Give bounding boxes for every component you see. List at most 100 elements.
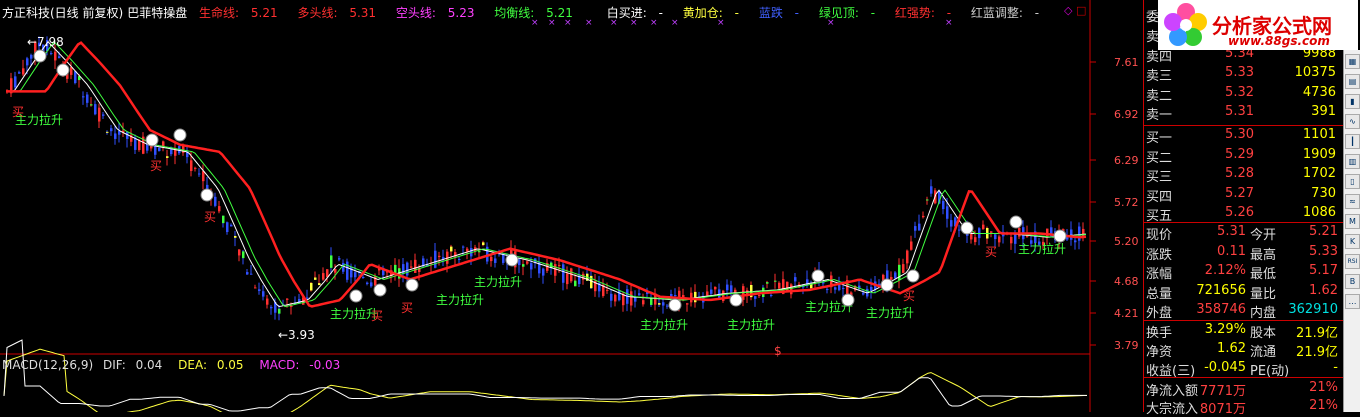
y-axis-tick: 5.72 [1114, 196, 1139, 209]
candle-body [686, 303, 689, 305]
buy-level-label: 买三 [1146, 170, 1173, 185]
candle-body [466, 248, 469, 252]
candle-body [870, 286, 873, 292]
candle-body [50, 53, 53, 55]
candle-body [158, 147, 161, 152]
candle-body [562, 264, 565, 283]
more-icon[interactable]: … [1345, 294, 1360, 309]
candle-body [606, 289, 609, 291]
chart-icon[interactable]: ▦ [1345, 54, 1360, 69]
candle-body [1014, 233, 1017, 244]
y-axis-tick: 4.68 [1114, 275, 1139, 288]
macd-label[interactable]: MACD(12,26,9) [2, 358, 93, 372]
boll-icon[interactable]: B [1345, 274, 1360, 289]
buy-level-label: 买四 [1146, 189, 1173, 205]
square-icon[interactable]: □ [1076, 4, 1086, 17]
quote-value: 8071万 [1199, 402, 1246, 417]
quote-value: 3.29% [1204, 322, 1246, 337]
candle-body [542, 268, 545, 276]
candle-body [526, 261, 529, 264]
candle-body [662, 302, 665, 306]
candle-body [346, 261, 349, 280]
quote-label: 最高 [1250, 247, 1277, 263]
macd-icon[interactable]: M [1345, 214, 1360, 229]
buy-row[interactable]: 买三 5.28 1702 [1146, 166, 1342, 185]
candle-body [1078, 226, 1081, 241]
candle-body [234, 235, 237, 238]
candle-body [530, 263, 533, 270]
table-icon[interactable]: ▥ [1345, 154, 1360, 169]
candle-body [674, 294, 677, 297]
quote-label: 内盘 [1250, 306, 1277, 321]
candle-icon[interactable]: ┃ [1345, 134, 1360, 149]
quote-label: 涨幅 [1146, 267, 1173, 282]
candle-body [634, 297, 637, 302]
candle-body [642, 300, 645, 305]
candle-body [566, 273, 569, 285]
coin-icon [1053, 229, 1067, 243]
sell-row[interactable]: 卖二 5.32 4736 [1146, 85, 1342, 104]
candle-body [94, 104, 97, 115]
ma-icon[interactable]: ≈ [1345, 194, 1360, 209]
line-icon[interactable]: ∿ [1345, 114, 1360, 129]
candle-body [86, 94, 89, 103]
buy-row[interactable]: 买二 5.29 1909 [1146, 147, 1342, 166]
candle-body [278, 308, 281, 314]
indicator-title-bar: 方正科技(日线 前复权) 巴菲特操盘 生命线: 5.21 多头线: 5.31 空头… [2, 4, 1055, 20]
candle-body [326, 269, 329, 278]
buy-signal-label: 白买进: [606, 6, 647, 20]
buy-row[interactable]: 买一 5.30 1101 [1146, 127, 1342, 146]
blue-fall-label: 蓝跌 [758, 6, 783, 20]
quote-value: 21% [1309, 398, 1338, 413]
chart-area[interactable]: 7.61 6.92 6.29 5.72 5.20 4.68 4.21 3.79 ←7.98 ←3… [0, 0, 1143, 412]
quote-label: 外盘 [1146, 306, 1173, 321]
buy-volume: 1702 [1302, 166, 1336, 181]
candle-body [250, 273, 253, 275]
kdj-icon[interactable]: K [1345, 234, 1360, 249]
buy-row[interactable]: 买四 5.27 730 [1146, 186, 1342, 205]
buy-price: 5.26 [1225, 205, 1254, 220]
candle-body [610, 293, 613, 301]
candle-body [22, 68, 25, 75]
candle-body [54, 51, 57, 61]
bear-line-value: 5.23 [447, 6, 475, 20]
lifeline-label: 生命线: [199, 6, 240, 20]
volume-icon[interactable]: ▯ [1345, 174, 1360, 189]
buy-volume: 1101 [1302, 127, 1336, 142]
bar-icon[interactable]: ▮ [1345, 94, 1360, 109]
candle-body [958, 229, 961, 231]
sell-level-label: 卖三 [1146, 69, 1173, 84]
candle-body [406, 262, 409, 276]
logo: 分析家公式网 www.88gs.com [1158, 0, 1358, 50]
buy-price: 5.29 [1225, 146, 1254, 162]
candle-body [790, 284, 793, 295]
buy-level-label: 买二 [1146, 150, 1173, 166]
candle-body [230, 224, 233, 227]
candle-body [1074, 240, 1077, 243]
indicator-name[interactable]: 巴菲特操盘 [127, 6, 187, 20]
y-axis-tick: 5.20 [1114, 235, 1139, 248]
candle-body [710, 289, 713, 294]
bull-line-value: 5.31 [349, 6, 377, 20]
diamond-icon[interactable]: ◇ [1064, 4, 1072, 17]
sell-row[interactable]: 卖三 5.33 10375 [1146, 65, 1342, 84]
candle-body [370, 282, 373, 287]
sell-price: 5.33 [1225, 65, 1254, 80]
quote-label: 最低 [1250, 267, 1277, 282]
sell-row[interactable]: 卖一 5.31 391 [1146, 104, 1342, 123]
coin-icon [505, 253, 519, 267]
y-axis-tick: 6.92 [1114, 108, 1139, 121]
grid-icon[interactable]: ▤ [1345, 74, 1360, 89]
buy-signal-label: 买 [985, 245, 997, 259]
kline-chart[interactable]: 7.61 6.92 6.29 5.72 5.20 4.68 4.21 3.79 ←7.98 ←3… [0, 0, 1143, 412]
stock-name[interactable]: 方正科技(日线 前复权) [2, 6, 123, 20]
rsi-icon[interactable]: RSI [1345, 254, 1360, 269]
candle-body [246, 272, 249, 275]
quote-label: 现价 [1146, 228, 1173, 243]
candle-body [974, 237, 977, 243]
candle-body [494, 258, 497, 263]
candle-body [618, 290, 621, 301]
quote-label: 流通 [1250, 345, 1277, 360]
divider [1144, 320, 1344, 321]
panel-toggle-icons[interactable]: ◇ □ [1064, 4, 1086, 17]
